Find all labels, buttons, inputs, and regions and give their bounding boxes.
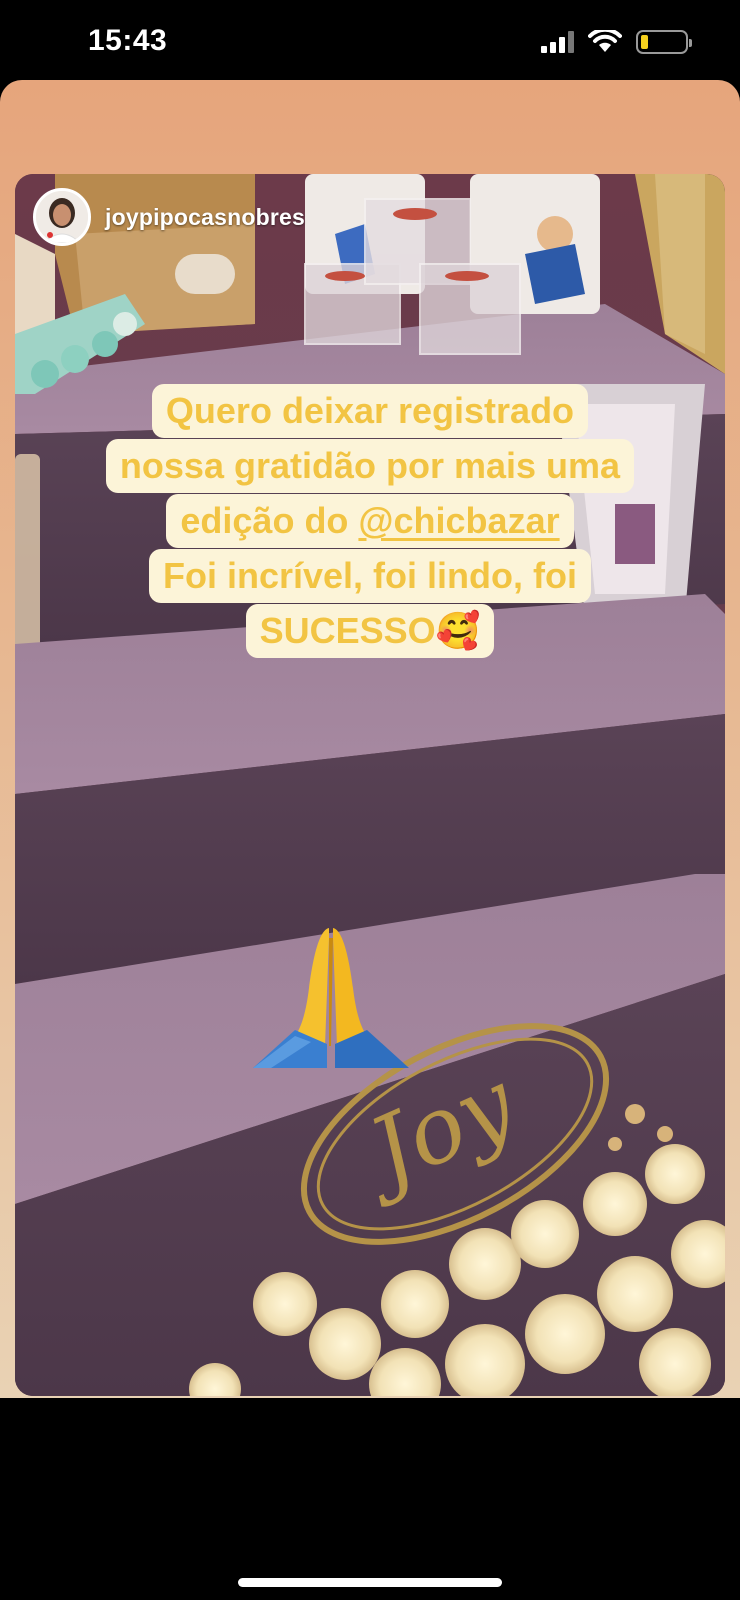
caption-line-5: SUCESSO🥰 [245,604,495,658]
status-time: 15:43 [88,24,168,57]
caption-line-2: nossa gratidão por mais uma [105,439,635,493]
story-username[interactable]: joypipocasnobres [105,204,305,231]
story-frame[interactable]: Joy joypipocasnobres Quero deixar regist… [0,80,740,1398]
status-icons [541,30,692,54]
mention-link[interactable]: @chicbazar [358,500,559,541]
caption-line-1: Quero deixar registrado [151,384,589,438]
battery-low-icon [636,30,692,54]
caption-line-3: edição do @chicbazar [166,494,574,548]
smiling-hearts-emoji: 🥰 [435,610,481,651]
caption-line-5-text: SUCESSO [259,610,436,651]
caption-line-4: Foi incrível, foi lindo, foi [149,549,591,603]
cellular-signal-icon [541,31,574,53]
story-media[interactable]: Joy joypipocasnobres Quero deixar regist… [15,174,725,1396]
story-photo [15,174,725,1396]
praying-hands-icon[interactable] [251,918,411,1078]
home-indicator[interactable] [238,1578,502,1587]
status-bar: 15:43 [0,0,740,84]
story-header: joypipocasnobres [33,188,305,246]
wifi-icon [588,30,622,52]
caption-line-3-text: edição do [180,500,359,541]
story-caption: Quero deixar registrado nossa gratidão p… [15,384,725,659]
profile-avatar[interactable] [33,188,91,246]
